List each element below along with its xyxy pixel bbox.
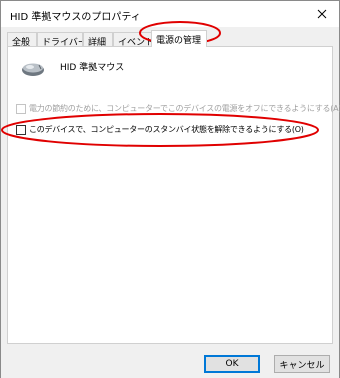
- device-name: HID 準拠マウス: [60, 63, 125, 73]
- power-off-option: 電力の節約のために、コンピューターでこのデバイスの電源をオフにできるようにする(…: [16, 103, 340, 114]
- tab-events[interactable]: イベント: [113, 32, 155, 46]
- tab-label: 電源の管理: [156, 36, 202, 46]
- tab-panel-power-management: HID 準拠マウス 電力の節約のために、コンピューターでこのデバイスの電源をオフ…: [7, 46, 340, 344]
- power-off-checkbox: [16, 103, 26, 114]
- properties-dialog: HID 準拠マウスのプロパティ 全般 ドライバー 詳細 イベント 電源の管理 H…: [0, 0, 340, 378]
- cancel-label: キャンセル: [279, 360, 325, 371]
- ok-label: OK: [225, 359, 239, 369]
- tab-driver[interactable]: ドライバー: [37, 32, 83, 46]
- dialog-footer: OK キャンセル: [1, 346, 339, 378]
- tab-label: イベント: [118, 38, 155, 46]
- tab-details[interactable]: 詳細: [83, 32, 113, 46]
- tab-label: 全般: [12, 38, 31, 46]
- window-title: HID 準拠マウスのプロパティ: [10, 12, 141, 23]
- close-button[interactable]: [305, 1, 339, 27]
- tab-label: 詳細: [88, 38, 107, 46]
- tab-strip: 全般 ドライバー 詳細 イベント 電源の管理: [7, 30, 333, 47]
- ok-button[interactable]: OK: [204, 355, 260, 373]
- tab-label: ドライバー: [42, 38, 83, 46]
- power-off-label: 電力の節約のために、コンピューターでこのデバイスの電源をオフにできるようにする(…: [29, 104, 340, 113]
- mouse-icon: [22, 63, 44, 76]
- tab-power-management[interactable]: 電源の管理: [151, 30, 207, 47]
- title-bar: HID 準拠マウスのプロパティ: [1, 1, 339, 27]
- close-icon: [317, 9, 327, 19]
- wake-label[interactable]: このデバイスで、コンピューターのスタンバイ状態を解除できるようにする(O): [29, 124, 304, 135]
- tab-general[interactable]: 全般: [7, 32, 37, 46]
- wake-checkbox[interactable]: [16, 124, 26, 135]
- cancel-button[interactable]: キャンセル: [274, 355, 330, 373]
- wake-option[interactable]: このデバイスで、コンピューターのスタンバイ状態を解除できるようにする(O): [16, 124, 304, 135]
